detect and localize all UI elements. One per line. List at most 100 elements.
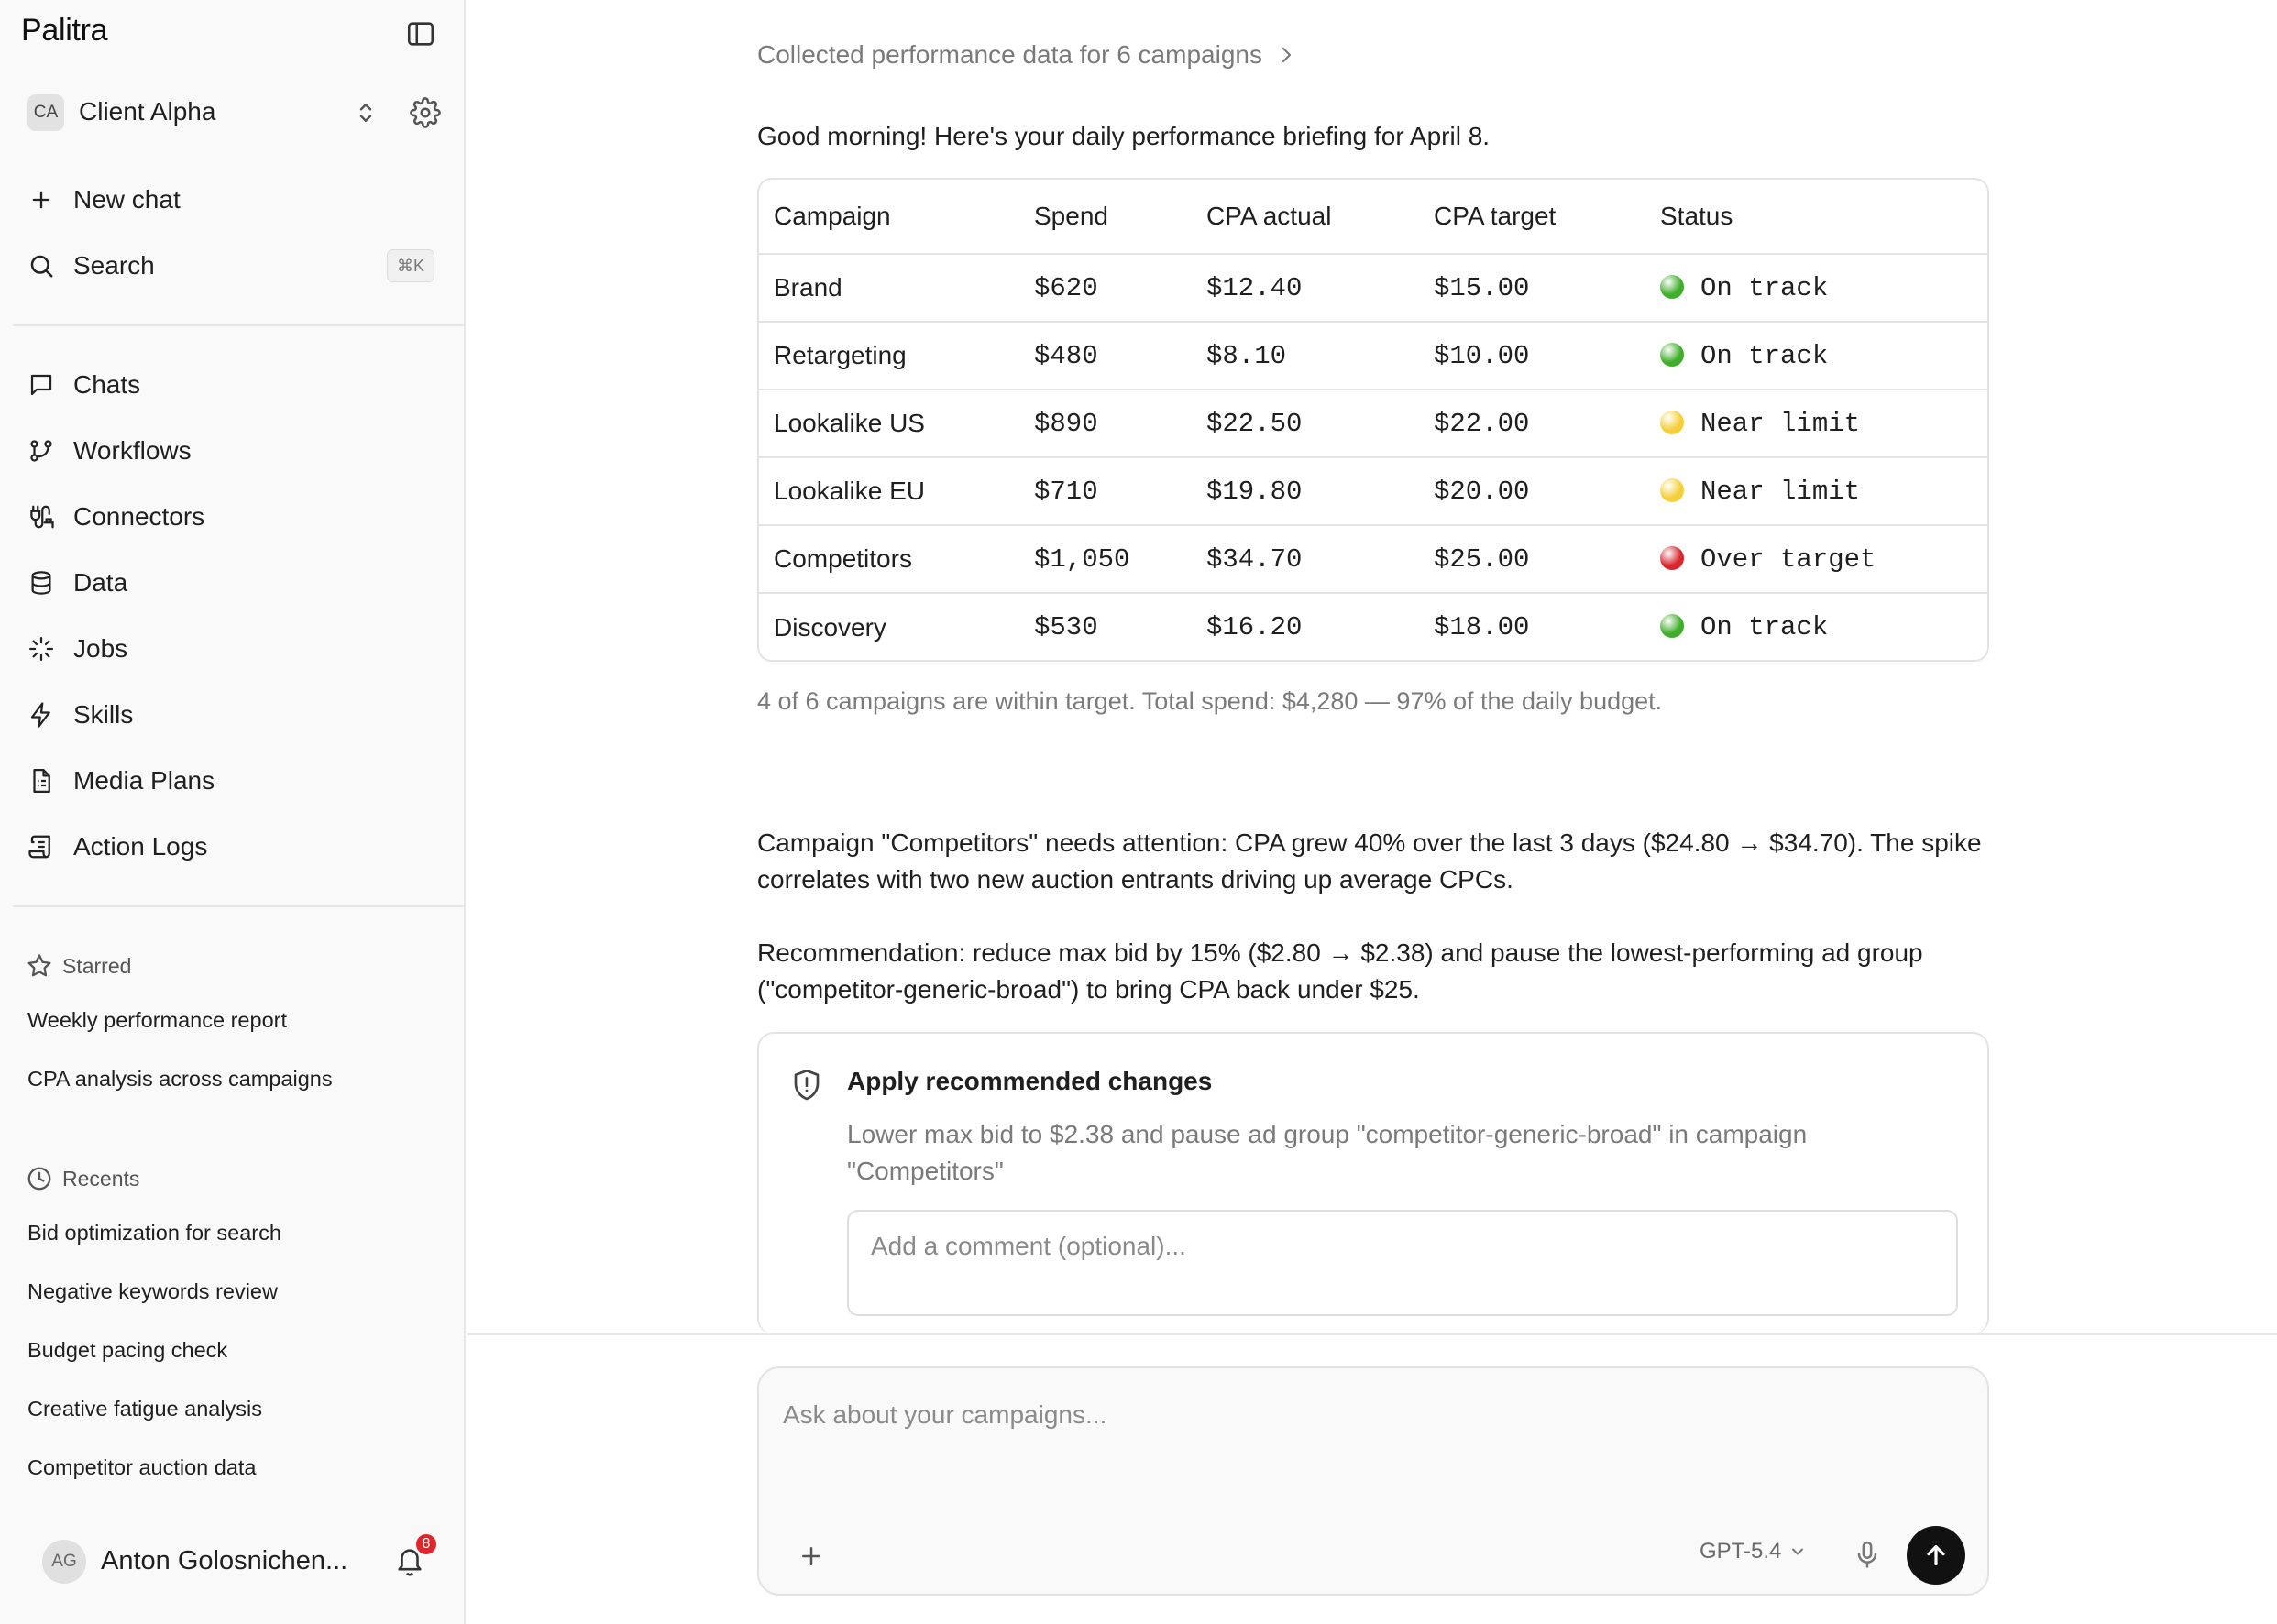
status-dot-icon <box>1660 342 1684 367</box>
attention-message: Campaign "Competitors" needs attention: … <box>757 828 1982 894</box>
sidebar-divider <box>13 324 466 326</box>
search-button[interactable]: Search <box>26 242 155 290</box>
status-cell: On track <box>1645 593 1987 660</box>
sidebar-item-skills[interactable]: Skills <box>26 691 133 739</box>
status-cell: Near limit <box>1645 457 1987 526</box>
message-input[interactable] <box>783 1392 1965 1438</box>
cpa-target-cell: $25.00 <box>1419 525 1645 594</box>
recent-chat-item[interactable]: Competitor auction data <box>28 1455 257 1480</box>
campaign-cell: Brand <box>759 254 1019 323</box>
loader-icon <box>26 633 57 664</box>
status-label: On track <box>1700 340 1829 371</box>
user-avatar[interactable]: AG <box>42 1540 86 1584</box>
status-label: Near limit <box>1700 476 1861 507</box>
sidebar-item-data[interactable]: Data <box>26 559 127 607</box>
cpa-actual-cell: $22.50 <box>1192 390 1419 458</box>
cpa-target-cell: $10.00 <box>1419 322 1645 390</box>
column-header: CPA target <box>1419 180 1645 255</box>
spend-cell: $480 <box>1019 322 1192 390</box>
sidebar-item-label: Connectors <box>73 502 205 531</box>
campaign-performance-table: Campaign Spend CPA actual CPA target Sta… <box>757 178 1989 662</box>
status-cell: On track <box>1645 254 1987 323</box>
attach-button[interactable] <box>798 1542 825 1570</box>
composer: GPT-5.4 <box>757 1366 1989 1596</box>
starred-chat-item[interactable]: Weekly performance report <box>28 1008 287 1033</box>
campaign-cell: Discovery <box>774 612 886 642</box>
sidebar-item-workflows[interactable]: Workflows <box>26 427 192 475</box>
send-button[interactable] <box>1907 1526 1965 1585</box>
recent-chat-item[interactable]: Budget pacing check <box>28 1338 227 1363</box>
table-row: Lookalike EU $710 $19.80 $20.00 Near limit <box>759 457 1987 526</box>
chevron-right-icon <box>1282 47 1292 63</box>
cpa-actual-cell: $16.20 <box>1206 612 1303 642</box>
table-row: Retargeting $480 $8.10 $10.00 On track <box>759 322 1987 390</box>
starred-label: Starred <box>62 953 132 978</box>
status-label: On track <box>1700 612 1829 642</box>
new-chat-button[interactable]: New chat <box>26 176 181 224</box>
cpa-actual-cell: $19.80 <box>1192 457 1419 526</box>
sidebar-item-label: Chats <box>73 370 141 399</box>
table-row: Competitors $1,050 $34.70 $25.00 Over target <box>759 525 1987 594</box>
sidebar: Palitra CA Client Alpha New chat Search … <box>0 0 466 1624</box>
sidebar-item-chats[interactable]: Chats <box>26 361 140 409</box>
table-row: Brand $620 $12.40 $15.00 On track <box>759 254 1987 323</box>
status-dot-icon <box>1660 545 1684 570</box>
model-label: GPT-5.4 <box>1700 1539 1782 1564</box>
search-icon <box>26 250 57 281</box>
cpa-actual-cell: $8.10 <box>1192 322 1419 390</box>
new-chat-label: New chat <box>73 185 181 214</box>
sidebar-item-media-plans[interactable]: Media Plans <box>26 757 214 805</box>
column-header: Campaign <box>759 180 1019 255</box>
recent-chat-item[interactable]: Negative keywords review <box>28 1279 278 1304</box>
user-name[interactable]: Anton Golosnichen... <box>101 1546 347 1576</box>
table-header-row: Campaign Spend CPA actual CPA target Sta… <box>759 180 1987 255</box>
campaign-cell: Lookalike US <box>759 390 1019 458</box>
recents-label: Recents <box>62 1166 140 1191</box>
sidebar-item-connectors[interactable]: Connectors <box>26 493 204 541</box>
search-label: Search <box>73 251 155 280</box>
recent-chat-item[interactable]: Creative fatigue analysis <box>28 1397 262 1421</box>
cpa-target-cell: $15.00 <box>1419 254 1645 323</box>
campaign-cell: Retargeting <box>759 322 1019 390</box>
status-cell: Near limit <box>1645 390 1987 458</box>
spend-cell: $890 <box>1019 390 1192 458</box>
sidebar-item-label: Action Logs <box>73 832 208 861</box>
campaign-cell: Lookalike EU <box>759 457 1019 526</box>
sidebar-item-action-logs[interactable]: Action Logs <box>26 823 207 871</box>
model-selector[interactable]: GPT-5.4 <box>1700 1539 1807 1564</box>
spend-cell: $530 <box>1034 612 1098 642</box>
status-dot-icon <box>1660 274 1684 299</box>
gear-icon[interactable] <box>410 97 441 128</box>
starred-chat-item[interactable]: CPA analysis across campaigns <box>28 1067 333 1092</box>
recent-chat-item[interactable]: Bid optimization for search <box>28 1221 281 1245</box>
sidebar-toggle-icon[interactable] <box>405 18 436 49</box>
status-dot-icon <box>1660 410 1684 434</box>
cpa-target-cell: $18.00 <box>1434 612 1530 642</box>
column-header: CPA actual <box>1192 180 1419 255</box>
search-shortcut-badge: ⌘K <box>387 249 434 282</box>
cpa-target-cell: $20.00 <box>1419 457 1645 526</box>
shield-alert-icon <box>794 1069 820 1101</box>
status-label: Over target <box>1700 543 1876 575</box>
approval-title: Apply recommended changes <box>847 1067 1213 1095</box>
status-label: Near limit <box>1700 408 1861 439</box>
status-cell: Over target <box>1645 525 1987 594</box>
sidebar-item-label: Workflows <box>73 436 192 465</box>
approval-card: Apply recommended changes Lower max bid … <box>757 1032 1989 1334</box>
client-name[interactable]: Client Alpha <box>79 97 215 126</box>
cpa-actual-cell: $34.70 <box>1192 525 1419 594</box>
column-header: Spend <box>1019 180 1192 255</box>
tool-result-breadcrumb[interactable]: Collected performance data for 6 campaig… <box>757 40 1297 70</box>
chevron-up-down-icon[interactable] <box>352 99 380 126</box>
sidebar-item-jobs[interactable]: Jobs <box>26 625 127 673</box>
composer-area: GPT-5.4 <box>468 1333 2277 1624</box>
recents-section-header: Recents <box>26 1162 139 1195</box>
performance-summary: 4 of 6 campaigns are within target. Tota… <box>757 687 1663 715</box>
microphone-icon[interactable] <box>1852 1539 1883 1572</box>
status-label: On track <box>1700 272 1829 303</box>
breadcrumb-text: Collected performance data for 6 campaig… <box>757 40 1262 69</box>
sidebar-item-label: Media Plans <box>73 766 215 795</box>
approval-comment-field[interactable] <box>847 1210 1958 1316</box>
spend-cell: $620 <box>1019 254 1192 323</box>
spend-cell: $710 <box>1019 457 1192 526</box>
